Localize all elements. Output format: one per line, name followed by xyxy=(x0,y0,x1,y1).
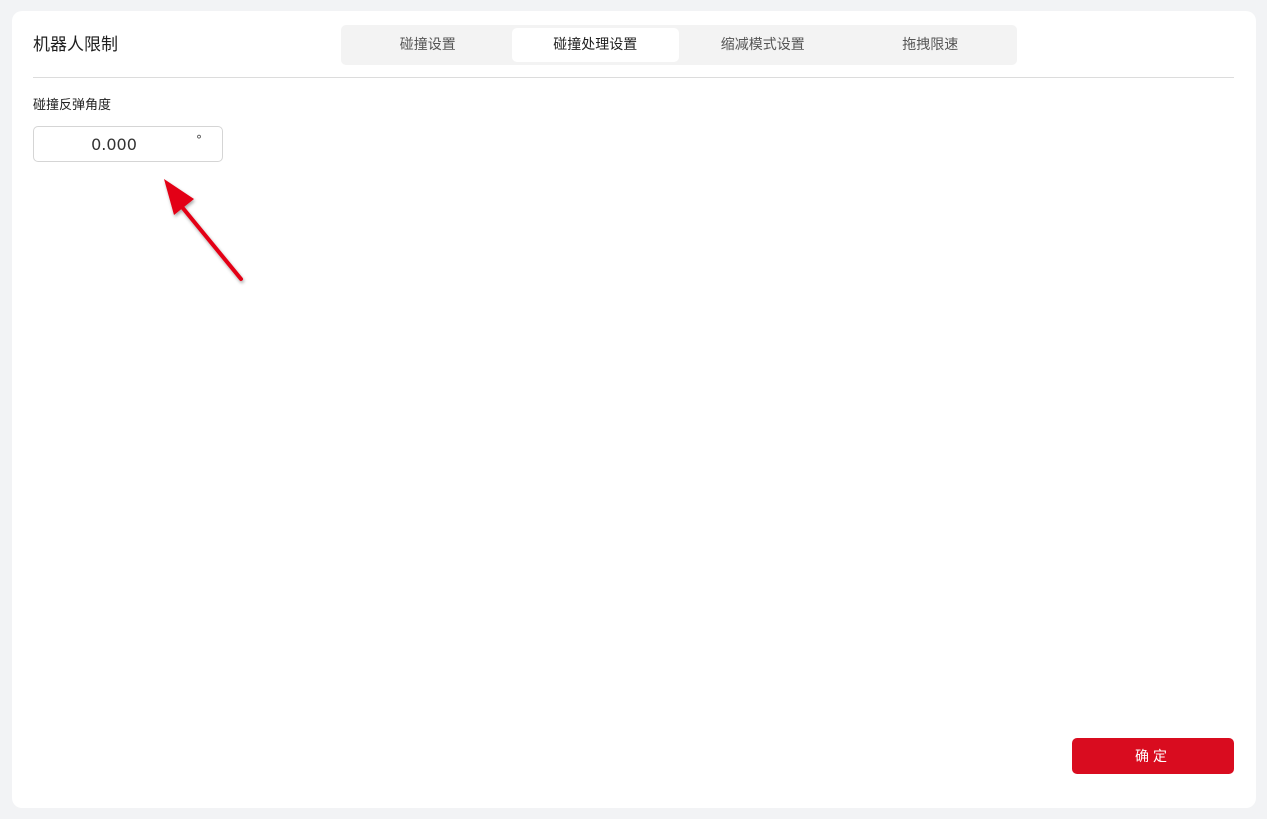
rebound-angle-input[interactable] xyxy=(34,127,194,161)
tab-bar: 碰撞设置 碰撞处理设置 缩减模式设置 拖拽限速 xyxy=(341,25,1017,65)
robot-limit-panel: 机器人限制 碰撞设置 碰撞处理设置 缩减模式设置 拖拽限速 碰撞反弹角度 ° 确… xyxy=(12,11,1256,808)
page-title: 机器人限制 xyxy=(33,35,118,55)
rebound-angle-field[interactable]: ° xyxy=(33,126,223,162)
tab-drag-speed-limit[interactable]: 拖拽限速 xyxy=(847,28,1015,62)
annotation-arrow-icon xyxy=(164,179,243,281)
header-divider xyxy=(33,77,1234,78)
tab-reduced-mode-settings[interactable]: 缩减模式设置 xyxy=(679,28,847,62)
tab-collision-handling-settings[interactable]: 碰撞处理设置 xyxy=(511,28,679,62)
tab-collision-settings[interactable]: 碰撞设置 xyxy=(344,28,512,62)
confirm-button[interactable]: 确定 xyxy=(1072,738,1234,774)
degree-unit: ° xyxy=(196,133,202,147)
rebound-angle-label: 碰撞反弹角度 xyxy=(33,98,112,113)
